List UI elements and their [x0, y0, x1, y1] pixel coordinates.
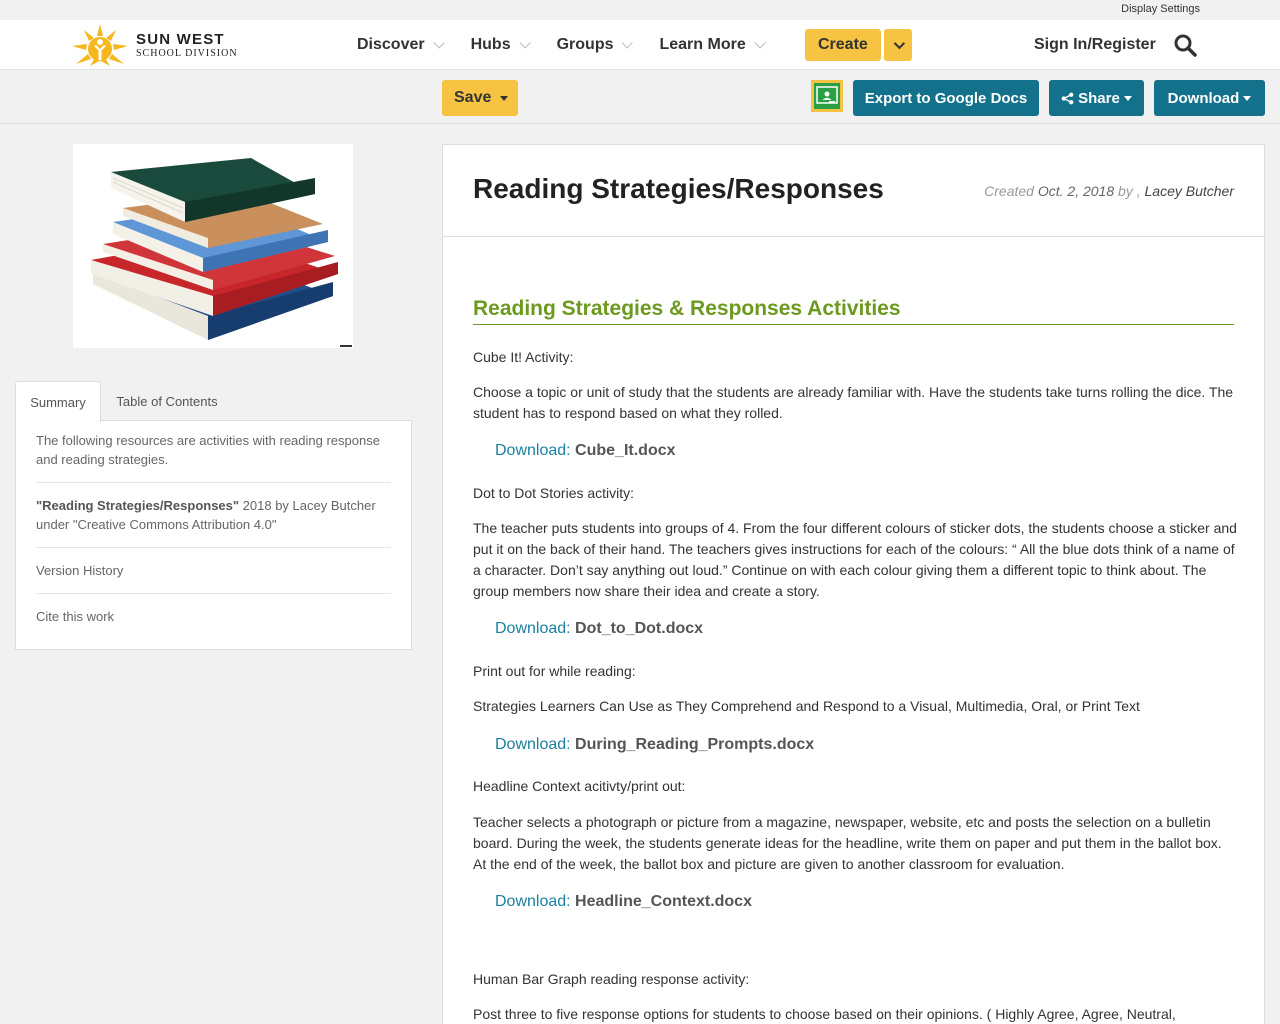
download-filename[interactable]: Headline_Context.docx — [575, 893, 752, 910]
cite-this-work-link[interactable]: Cite this work — [36, 607, 391, 626]
section-heading: Reading Strategies & Responses Activitie… — [473, 297, 1234, 325]
download-link-cube-it[interactable]: Download: Cube_It.docx — [495, 442, 676, 460]
page-title: Reading Strategies/Responses — [473, 173, 884, 204]
summary-description: The following resources are activities w… — [36, 433, 380, 467]
share-icon — [1061, 92, 1074, 104]
nav-learn-more-label: Learn More — [659, 36, 746, 53]
created-meta: Created Oct. 2, 2018 by , Lacey Butcher — [984, 183, 1234, 199]
headline-heading: Headline Context acitivty/print out: — [473, 778, 686, 794]
version-history-link[interactable]: Version History — [36, 561, 391, 580]
download-link-dot-to-dot[interactable]: Download: Dot_to_Dot.docx — [495, 620, 703, 638]
print-out-heading: Print out for while reading: — [473, 663, 636, 679]
headline-text: Teacher selects a photograph or picture … — [473, 814, 1222, 872]
download-label[interactable]: Download: — [495, 736, 575, 753]
license-info: "Reading Strategies/Responses" 2018 by L… — [36, 496, 391, 534]
summary-panel: The following resources are activities w… — [15, 420, 412, 650]
chevron-down-icon — [893, 37, 905, 50]
download-label[interactable]: Download: — [495, 442, 575, 459]
nav-discover-label: Discover — [357, 36, 425, 53]
caret-down-icon — [500, 95, 509, 101]
create-button-group: Create — [805, 29, 912, 61]
caret-down-icon — [1123, 95, 1132, 101]
download-filename[interactable]: Cube_It.docx — [575, 442, 675, 459]
save-button-label: Save — [454, 89, 492, 106]
content-header: Reading Strategies/Responses Created Oct… — [443, 145, 1264, 237]
download-filename[interactable]: Dot_to_Dot.docx — [575, 620, 703, 637]
resource-toolbar: Save Export to Google Docs Share Downloa… — [0, 70, 1280, 124]
chevron-down-icon — [754, 37, 766, 49]
cube-activity-text: Choose a topic or unit of study that the… — [473, 384, 1234, 421]
resource-content: Reading Strategies/Responses Created Oct… — [442, 144, 1265, 1024]
logo-text-line2: SCHOOL DIVISION — [136, 47, 238, 59]
bar-graph-heading: Human Bar Graph reading response activit… — [473, 971, 750, 987]
divider — [36, 482, 391, 483]
create-button[interactable]: Create — [805, 29, 881, 61]
meta-by-label: by , — [1114, 183, 1145, 199]
download-button-label: Download — [1167, 89, 1240, 107]
dot-activity-text: The teacher puts students into groups of… — [473, 520, 1237, 599]
search-icon[interactable] — [1173, 33, 1197, 57]
tab-table-of-contents[interactable]: Table of Contents — [107, 381, 227, 421]
nav-groups-label: Groups — [556, 36, 614, 53]
license-resource-title: "Reading Strategies/Responses" — [36, 498, 240, 513]
main-nav: SUN WEST SCHOOL DIVISION Discover Hubs G… — [0, 20, 1280, 70]
nav-hubs[interactable]: Hubs — [470, 36, 531, 54]
bar-graph-text: Post three to five response options for … — [473, 1006, 1176, 1022]
sidebar-tabs: Summary Table of Contents — [15, 381, 412, 422]
divider — [36, 593, 391, 594]
download-filename[interactable]: During_Reading_Prompts.docx — [575, 736, 814, 753]
nav-discover[interactable]: Discover — [357, 36, 445, 54]
meta-author-link[interactable]: Lacey Butcher — [1145, 183, 1235, 199]
sign-in-register-link[interactable]: Sign In/Register — [1034, 36, 1156, 54]
download-link-reading-prompts[interactable]: Download: During_Reading_Prompts.docx — [495, 736, 814, 754]
caret-down-icon — [1243, 95, 1252, 101]
tab-summary[interactable]: Summary — [15, 381, 101, 422]
nav-groups[interactable]: Groups — [556, 36, 634, 54]
download-button[interactable]: Download — [1154, 80, 1265, 116]
nav-menu: Discover Hubs Groups Learn More — [357, 20, 792, 70]
nav-hubs-label: Hubs — [470, 36, 511, 53]
export-google-docs-button[interactable]: Export to Google Docs — [853, 80, 1039, 116]
cube-activity-heading: Cube It! Activity: — [473, 349, 574, 365]
chevron-down-icon — [433, 37, 445, 49]
google-classroom-icon[interactable] — [811, 80, 843, 112]
logo-text-line1: SUN WEST — [136, 30, 225, 48]
share-button[interactable]: Share — [1049, 80, 1144, 116]
download-link-headline-context[interactable]: Download: Headline_Context.docx — [495, 893, 752, 911]
download-label[interactable]: Download: — [495, 620, 575, 637]
save-button[interactable]: Save — [442, 80, 518, 116]
chevron-down-icon — [621, 37, 634, 49]
utility-bar: Display Settings — [0, 0, 1280, 20]
meta-created-label: Created — [984, 183, 1038, 199]
nav-learn-more[interactable]: Learn More — [659, 36, 766, 54]
dot-activity-heading: Dot to Dot Stories activity: — [473, 485, 635, 501]
share-button-label: Share — [1078, 89, 1120, 107]
download-label[interactable]: Download: — [495, 893, 575, 910]
create-dropdown-toggle[interactable] — [883, 29, 912, 61]
sun-logo-icon — [72, 24, 128, 66]
chevron-down-icon — [519, 37, 531, 49]
site-logo[interactable]: SUN WEST SCHOOL DIVISION — [70, 20, 238, 70]
print-out-text: Strategies Learners Can Use as They Comp… — [473, 698, 1140, 714]
stack-of-books-image — [91, 158, 352, 347]
meta-date: Oct. 2, 2018 — [1037, 183, 1115, 199]
display-settings-link[interactable]: Display Settings — [1121, 3, 1200, 15]
resource-cover-image — [73, 144, 353, 348]
divider — [36, 547, 391, 548]
